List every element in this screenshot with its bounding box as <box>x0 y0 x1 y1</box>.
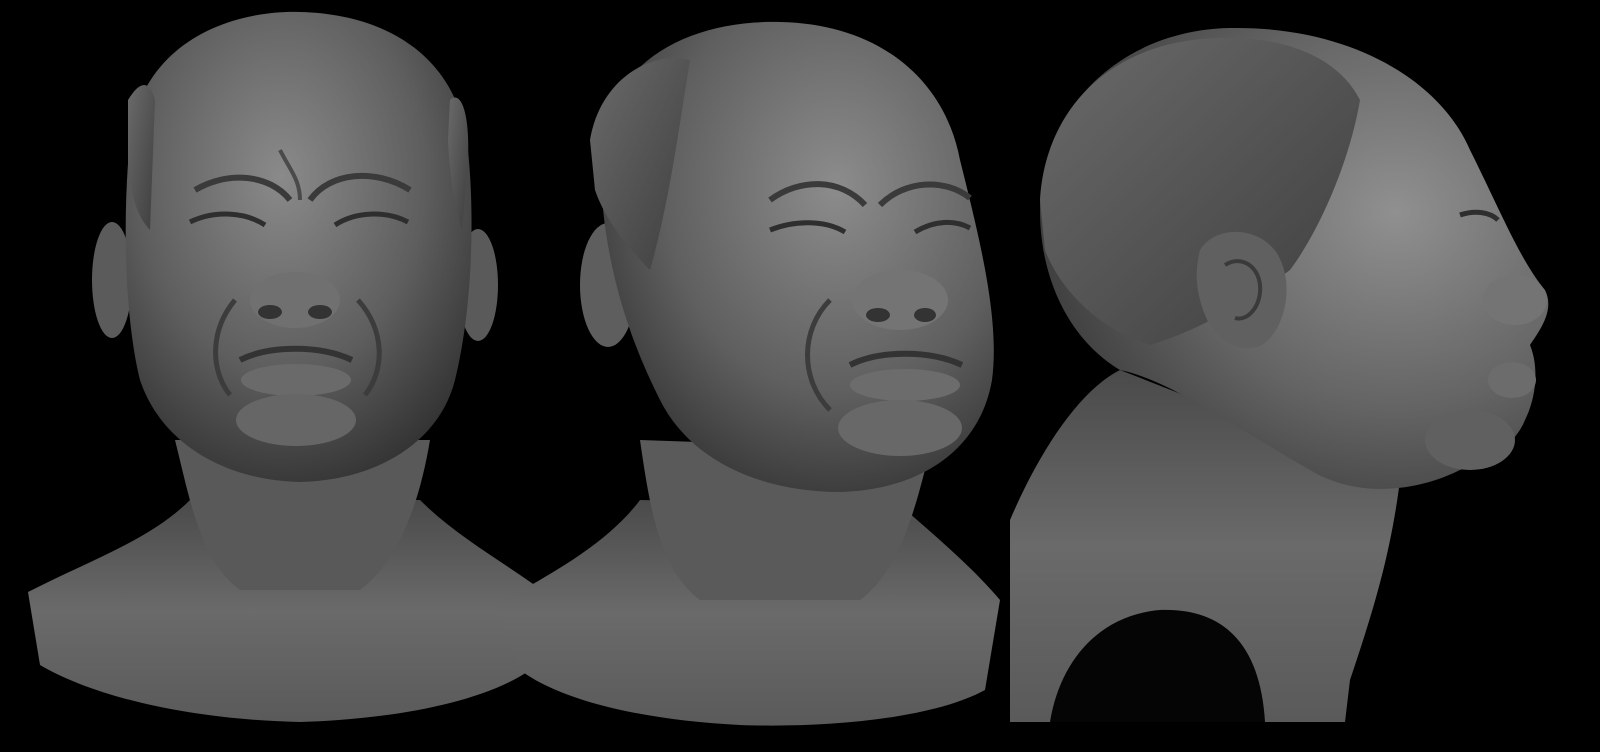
three-quarter-view-bust <box>495 21 1000 726</box>
profile-view-bust <box>1010 27 1549 722</box>
sculpt-render <box>28 11 1549 726</box>
render-stage <box>0 0 1600 752</box>
front-view-bust <box>28 11 555 722</box>
